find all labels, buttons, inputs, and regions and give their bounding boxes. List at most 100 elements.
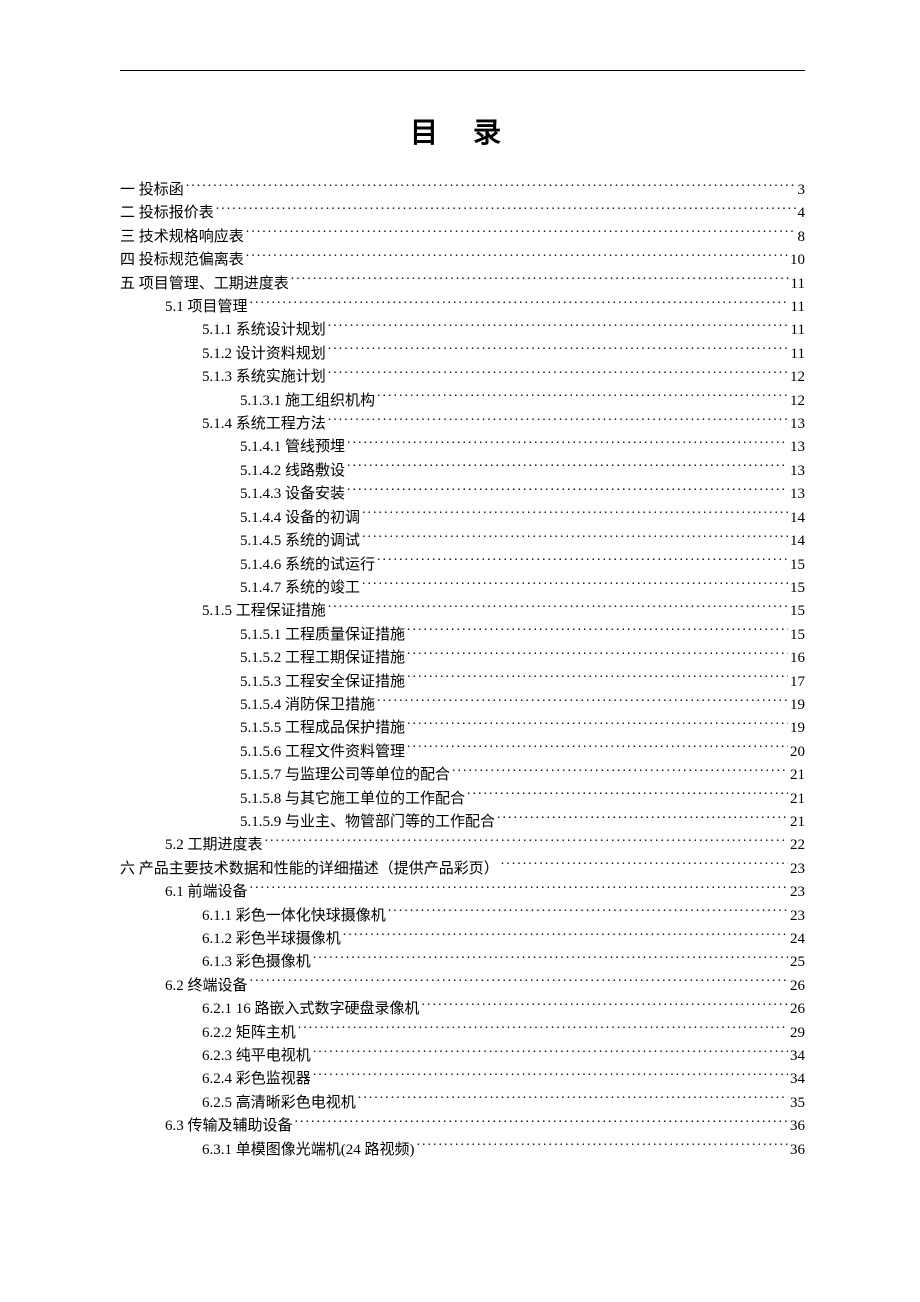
toc-entry-page: 20 [790,741,805,764]
toc-entry[interactable]: 5.1.4.5 系统的调试14 [120,530,805,553]
toc-leader-dots [250,975,788,990]
toc-leader-dots [298,1022,788,1037]
toc-entry-label: 6.1 前端设备 [165,881,248,904]
toc-entry[interactable]: 6.2.1 16 路嵌入式数字硬盘录像机26 [120,998,805,1021]
toc-entry-page: 13 [790,483,805,506]
toc-entry-label: 5.1.1 系统设计规划 [202,319,326,342]
toc-entry[interactable]: 5.1.3 系统实施计划12 [120,366,805,389]
toc-entry-page: 13 [790,413,805,436]
table-of-contents: 一 投标函3二 投标报价表4三 技术规格响应表 8四 投标规范偏离表10五 项目管… [120,179,805,1162]
toc-entry[interactable]: 5.1.4.1 管线预埋 13 [120,436,805,459]
toc-entry-page: 15 [790,624,805,647]
toc-entry-page: 19 [790,717,805,740]
toc-entry[interactable]: 6.2 终端设备 26 [120,975,805,998]
toc-entry[interactable]: 5.1.4.2 线路敷设13 [120,460,805,483]
toc-leader-dots [328,600,788,615]
toc-entry[interactable]: 三 技术规格响应表 8 [120,226,805,249]
toc-entry-label: 6.1.2 彩色半球摄像机 [202,928,341,951]
toc-entry-label: 6.1.3 彩色摄像机 [202,951,311,974]
toc-entry[interactable]: 6.1.3 彩色摄像机 25 [120,951,805,974]
toc-leader-dots [328,366,788,381]
toc-entry[interactable]: 5.1.5.2 工程工期保证措施16 [120,647,805,670]
toc-entry[interactable]: 5.1.4.7 系统的竣工15 [120,577,805,600]
toc-entry-label: 5.1.5.4 消防保卫措施 [240,694,375,717]
toc-entry[interactable]: 6.3.1 单模图像光端机(24 路视频)36 [120,1139,805,1162]
document-page: 目 录 一 投标函3二 投标报价表4三 技术规格响应表 8四 投标规范偏离表10五… [120,70,805,1162]
toc-entry[interactable]: 5.1.5.6 工程文件资料管理20 [120,741,805,764]
toc-entry-page: 34 [790,1068,805,1091]
toc-leader-dots [328,343,789,358]
toc-entry[interactable]: 一 投标函3 [120,179,805,202]
toc-entry-label: 三 技术规格响应表 [120,226,244,249]
toc-entry[interactable]: 5.1.5.4 消防保卫措施 19 [120,694,805,717]
toc-entry-page: 13 [790,436,805,459]
toc-entry-label: 二 投标报价表 [120,202,214,225]
toc-entry[interactable]: 5.1.4 系统工程方法 13 [120,413,805,436]
toc-entry-page: 22 [790,834,805,857]
toc-entry-label: 6.2 终端设备 [165,975,248,998]
toc-entry-page: 8 [798,226,806,249]
toc-entry-page: 15 [790,600,805,623]
toc-entry-page: 21 [790,764,805,787]
toc-leader-dots [328,413,788,428]
toc-leader-dots [407,741,788,756]
toc-entry-page: 19 [790,694,805,717]
toc-entry[interactable]: 5.1.4.3 设备安装 13 [120,483,805,506]
toc-entry[interactable]: 5.1.2 设计资料规划11 [120,343,805,366]
toc-entry-page: 26 [790,975,805,998]
toc-entry[interactable]: 5.1.1 系统设计规划11 [120,319,805,342]
toc-entry[interactable]: 6.1 前端设备23 [120,881,805,904]
toc-entry-label: 5.1 项目管理 [165,296,248,319]
toc-entry[interactable]: 5.1.4.4 设备的初调14 [120,507,805,530]
toc-entry[interactable]: 6.1.1 彩色一体化快球摄像机23 [120,905,805,928]
toc-leader-dots [295,1115,788,1130]
toc-leader-dots [417,1139,789,1154]
toc-entry-page: 25 [790,951,805,974]
toc-leader-dots [377,390,788,405]
toc-entry[interactable]: 5.2 工期进度表22 [120,834,805,857]
toc-entry-page: 36 [790,1139,805,1162]
toc-entry[interactable]: 5.1.5.7 与监理公司等单位的配合21 [120,764,805,787]
toc-leader-dots [246,226,796,241]
toc-entry[interactable]: 6.2.4 彩色监视器34 [120,1068,805,1091]
toc-entry-label: 六 产品主要技术数据和性能的详细描述（提供产品彩页） [120,858,499,881]
toc-entry[interactable]: 6.2.5 高清晰彩色电视机35 [120,1092,805,1115]
toc-entry-page: 23 [790,905,805,928]
toc-entry-label: 5.1.4 系统工程方法 [202,413,326,436]
toc-leader-dots [265,834,788,849]
toc-entry[interactable]: 5.1.5.8 与其它施工单位的工作配合21 [120,788,805,811]
toc-entry[interactable]: 6.2.2 矩阵主机29 [120,1022,805,1045]
toc-entry-label: 5.1.4.1 管线预埋 [240,436,345,459]
toc-leader-dots [407,624,788,639]
toc-entry-page: 26 [790,998,805,1021]
toc-leader-dots [358,1092,788,1107]
toc-entry-page: 21 [790,811,805,834]
toc-entry-page: 17 [790,671,805,694]
toc-entry[interactable]: 5.1.5.9 与业主、物管部门等的工作配合 21 [120,811,805,834]
toc-leader-dots [422,998,788,1013]
toc-entry-label: 5.1.3 系统实施计划 [202,366,326,389]
toc-entry[interactable]: 5.1 项目管理11 [120,296,805,319]
toc-entry[interactable]: 5.1.4.6 系统的试运行15 [120,554,805,577]
toc-leader-dots [452,764,788,779]
toc-entry[interactable]: 5.1.3.1 施工组织机构12 [120,390,805,413]
toc-entry[interactable]: 5.1.5.5 工程成品保护措施19 [120,717,805,740]
toc-entry[interactable]: 6.2.3 纯平电视机34 [120,1045,805,1068]
toc-entry[interactable]: 四 投标规范偏离表10 [120,249,805,272]
toc-entry[interactable]: 二 投标报价表4 [120,202,805,225]
toc-entry-label: 5.1.4.3 设备安装 [240,483,345,506]
toc-title: 目 录 [120,111,805,151]
toc-leader-dots [362,507,788,522]
toc-entry-label: 5.1.5.9 与业主、物管部门等的工作配合 [240,811,495,834]
toc-entry[interactable]: 5.1.5.1 工程质量保证措施15 [120,624,805,647]
toc-entry[interactable]: 6.1.2 彩色半球摄像机24 [120,928,805,951]
toc-entry[interactable]: 五 项目管理、工期进度表11 [120,273,805,296]
toc-entry[interactable]: 5.1.5 工程保证措施15 [120,600,805,623]
horizontal-rule [120,70,805,71]
toc-leader-dots [501,858,788,873]
toc-entry-label: 6.2.5 高清晰彩色电视机 [202,1092,356,1115]
toc-entry[interactable]: 5.1.5.3 工程安全保证措施17 [120,671,805,694]
toc-entry[interactable]: 6.3 传输及辅助设备36 [120,1115,805,1138]
toc-entry[interactable]: 六 产品主要技术数据和性能的详细描述（提供产品彩页）23 [120,858,805,881]
toc-entry-page: 10 [790,249,805,272]
